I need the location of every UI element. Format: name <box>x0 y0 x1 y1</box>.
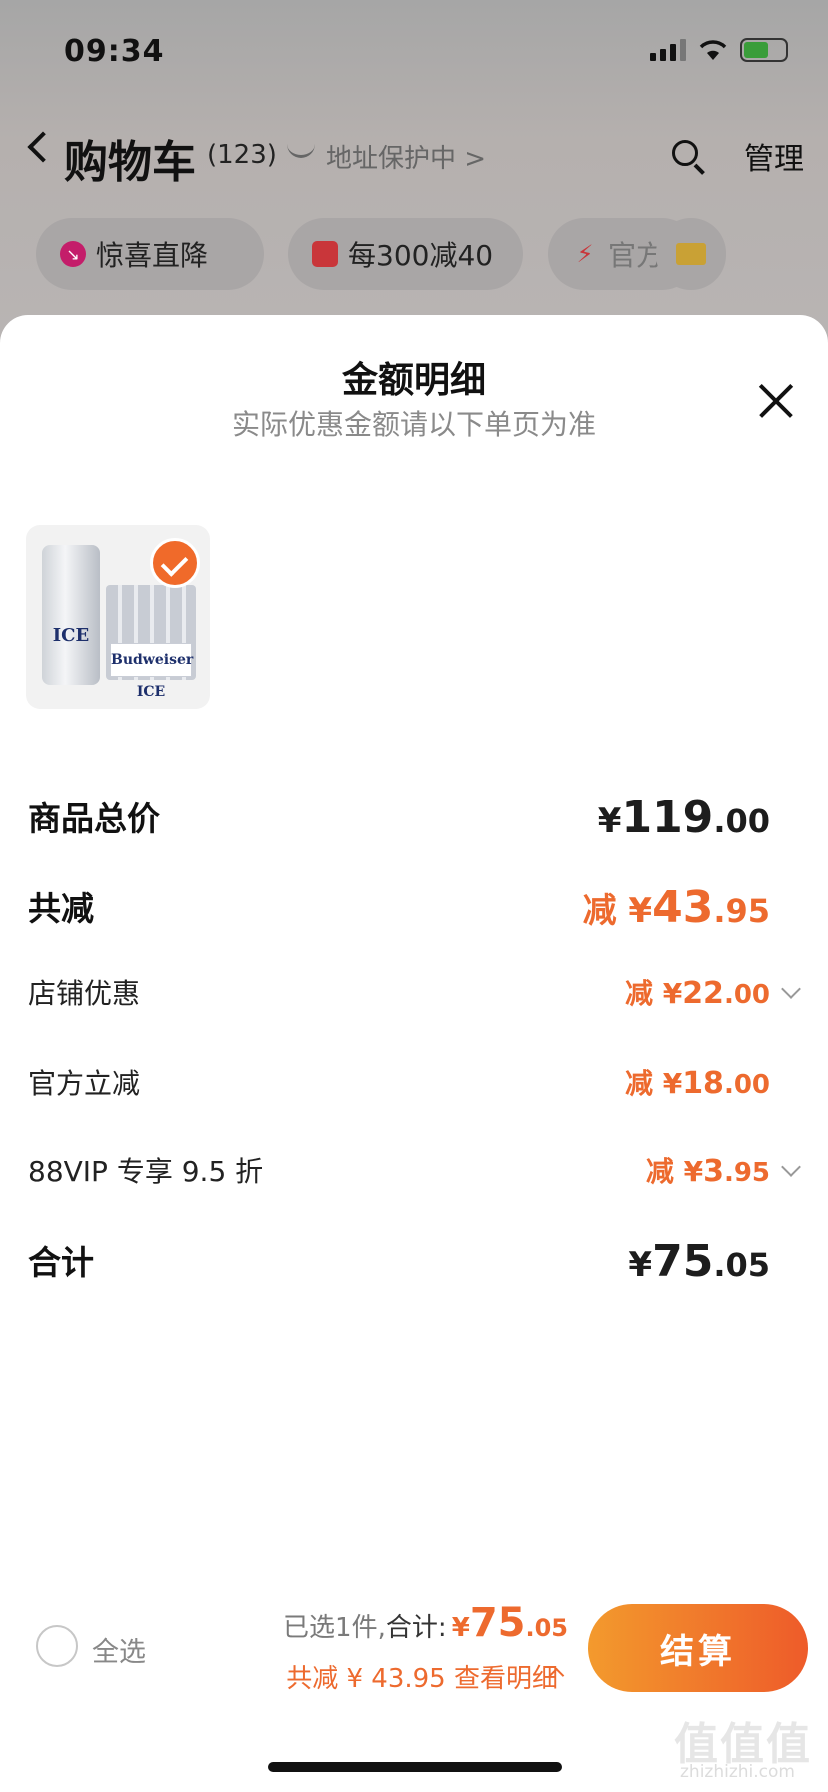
shop-icon <box>312 241 338 267</box>
folder-button[interactable] <box>656 218 726 290</box>
chip-surprise-drop[interactable]: ↘ 惊喜直降 <box>36 218 264 290</box>
row-total-discount: 共减 减 ¥43.95 <box>0 882 828 942</box>
select-all-label[interactable]: 全选 <box>92 1630 146 1669</box>
back-chevron-icon[interactable] <box>27 131 59 163</box>
checkmark-icon[interactable] <box>150 538 200 588</box>
total-price-label: 商品总价 <box>28 799 160 838</box>
status-icons <box>650 38 788 62</box>
checkout-button[interactable]: 结算 <box>588 1604 808 1692</box>
search-icon[interactable] <box>672 140 705 175</box>
status-time: 09:34 <box>64 34 165 69</box>
official-discount-value: 减 ¥18.00 <box>624 1066 770 1101</box>
chip-every-300-off-40[interactable]: 每300减40 <box>288 218 523 290</box>
close-icon[interactable] <box>758 383 794 419</box>
chevron-down-icon[interactable] <box>781 979 801 999</box>
store-discount-value: 减 ¥22.00 <box>624 976 770 1011</box>
row-total-price: 商品总价 ¥119.00 <box>0 792 828 852</box>
sheet-title: 金额明细 <box>341 360 486 401</box>
home-indicator[interactable] <box>268 1762 562 1772</box>
checkout-summary: 已选1件,合计: ¥75.05 <box>283 1600 568 1646</box>
beer-can-image <box>42 545 100 685</box>
address-protection-link[interactable]: 地址保护中 > <box>326 138 486 175</box>
case-label: Budweiser ICE <box>110 643 193 700</box>
row-grand-total: 合计 ¥75.05 <box>0 1236 828 1296</box>
select-all-checkbox[interactable] <box>36 1625 78 1667</box>
store-discount-label: 店铺优惠 <box>28 977 141 1010</box>
promo-chips: ↘ 惊喜直降 每300减40 ⚡ 官方 <box>36 218 828 290</box>
battery-icon <box>740 38 788 62</box>
total-amount: 75 <box>469 1600 526 1646</box>
total-discount-label: 共减 <box>28 889 94 928</box>
grand-total-value: ¥75.05 <box>628 1236 770 1287</box>
sheet-subtitle: 实际优惠金额请以下单页为准 <box>231 408 596 441</box>
view-details-link[interactable]: 共减 ¥ 43.95 查看明细 <box>286 1658 558 1695</box>
chevron-down-icon[interactable] <box>781 1157 801 1177</box>
can-label: ICE <box>52 625 90 646</box>
manage-button[interactable]: 管理 <box>744 134 804 178</box>
eye-closed-icon <box>287 144 315 158</box>
signal-icon <box>650 39 686 61</box>
wifi-icon <box>699 40 727 60</box>
page-title: 购物车 <box>64 137 196 188</box>
grand-total-label: 合计 <box>28 1243 94 1282</box>
watermark-url: zhizhizhi.com <box>680 1762 795 1782</box>
folder-icon <box>676 243 706 265</box>
amount-details-sheet: 金额明细 实际优惠金额请以下单页为准 ICE Budweiser ICE <box>0 315 828 1792</box>
cart-count: (123) <box>207 140 277 170</box>
chip-label: 惊喜直降 <box>96 239 209 272</box>
official-discount-label: 官方立减 <box>28 1067 141 1100</box>
status-bar: 09:34 <box>0 0 828 100</box>
selected-count: 已选1件, <box>283 1613 386 1643</box>
total-price-value: ¥119.00 <box>597 792 770 843</box>
total-discount-value: 减 ¥43.95 <box>582 882 770 933</box>
lightning-icon: ⚡ <box>576 240 594 268</box>
chip-label: 每300减40 <box>348 239 494 272</box>
nav-bar: 购物车 (123) 地址保护中 > 管理 <box>0 120 828 190</box>
row-vip-discount[interactable]: 88VIP 专享 9.5 折 减 ¥3.95 <box>0 1150 828 1210</box>
arrow-down-icon: ↘ <box>60 241 86 267</box>
vip-discount-value: 减 ¥3.95 <box>645 1154 770 1189</box>
row-store-discount[interactable]: 店铺优惠 减 ¥22.00 <box>0 972 828 1032</box>
row-official-discount: 官方立减 减 ¥18.00 <box>0 1062 828 1122</box>
vip-discount-label: 88VIP 专享 9.5 折 <box>28 1155 264 1188</box>
total-label: 合计: <box>385 1613 447 1643</box>
